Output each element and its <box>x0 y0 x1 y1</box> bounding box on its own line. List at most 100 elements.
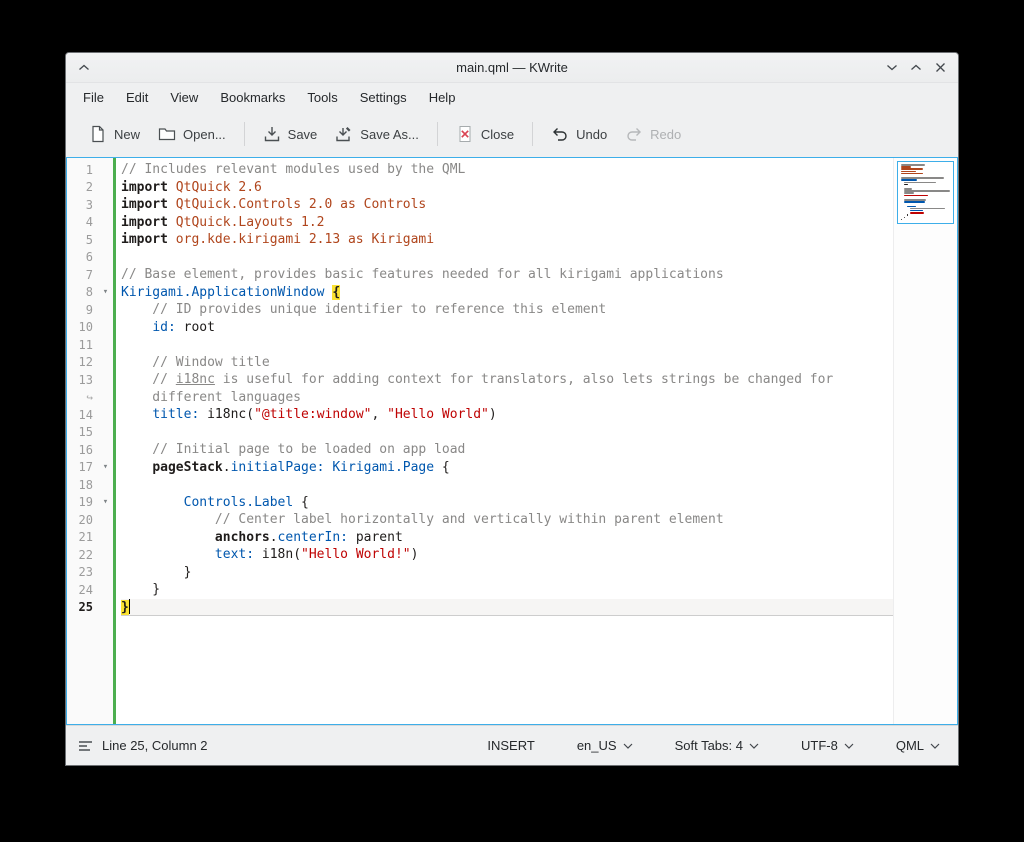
gutter-row: 13 <box>67 371 113 389</box>
save-as-button[interactable]: Save As... <box>326 118 428 150</box>
mini-line <box>904 184 908 186</box>
undo-button[interactable]: Undo <box>542 118 616 150</box>
text-cursor <box>129 599 130 614</box>
chevron-up-icon <box>78 64 90 71</box>
mini-line <box>904 192 914 194</box>
statusbar: Line 25, Column 2 INSERT en_US Soft Tabs… <box>66 725 958 765</box>
mini-line <box>901 219 902 221</box>
line-number: 7 <box>67 268 98 282</box>
gutter-row: 17▾ <box>67 459 113 477</box>
gutter-row: 1 <box>67 161 113 179</box>
syntax-mode-selector[interactable]: QML <box>890 734 946 757</box>
cursor-position: Line 25, Column 2 <box>102 738 208 753</box>
code-line: // ID provides unique identifier to refe… <box>121 301 893 319</box>
line-number: 1 <box>67 163 98 177</box>
gutter-row: 16 <box>67 441 113 459</box>
code-line: id: root <box>121 319 893 337</box>
code-line: import org.kde.kirigami 2.13 as Kirigami <box>121 231 893 249</box>
code-line <box>121 336 893 354</box>
mini-line <box>907 206 916 208</box>
mini-line <box>901 171 915 173</box>
menu-settings[interactable]: Settings <box>349 86 418 109</box>
line-number: 11 <box>67 338 98 352</box>
minimize-button[interactable] <box>880 56 904 80</box>
line-number: 2 <box>67 180 98 194</box>
line-number: 13 <box>67 373 98 387</box>
maximize-button[interactable] <box>904 56 928 80</box>
mini-line <box>904 182 936 184</box>
menu-edit[interactable]: Edit <box>115 86 159 109</box>
open-button[interactable]: Open... <box>149 118 235 150</box>
code-line: different languages <box>121 389 893 407</box>
kwrite-window: main.qml — KWrite File Edit View Bookmar… <box>65 52 959 766</box>
minimap-viewport[interactable] <box>897 161 954 224</box>
gutter-row: 21 <box>67 529 113 547</box>
gutter-row: 6 <box>67 249 113 267</box>
fold-arrow-icon[interactable]: ▾ <box>98 284 113 302</box>
open-folder-icon <box>158 125 176 143</box>
line-number: 17 <box>67 460 98 474</box>
tab-mode-selector[interactable]: Soft Tabs: 4 <box>669 734 765 757</box>
code-line: // Window title <box>121 354 893 372</box>
insert-mode-button[interactable]: INSERT <box>481 734 540 757</box>
line-number: 18 <box>67 478 98 492</box>
editor-view: 12345678▾910111213↪14151617▾1819▾2021222… <box>66 157 958 725</box>
desktop-background: main.qml — KWrite File Edit View Bookmar… <box>0 0 1024 842</box>
menu-help[interactable]: Help <box>418 86 467 109</box>
gutter-row: 4 <box>67 214 113 232</box>
chevron-down-icon <box>623 743 633 749</box>
chevron-down-icon <box>886 64 898 71</box>
code-line: } <box>121 599 893 617</box>
wrap-indicator-icon: ↪ <box>67 391 98 404</box>
scrollbar-minimap[interactable] <box>893 158 957 724</box>
toolbar-separator <box>244 122 245 146</box>
line-number: 25 <box>67 600 98 614</box>
gutter[interactable]: 12345678▾910111213↪14151617▾1819▾2021222… <box>67 158 113 724</box>
line-number: 12 <box>67 355 98 369</box>
line-number: 5 <box>67 233 98 247</box>
mini-line <box>904 195 928 197</box>
save-button[interactable]: Save <box>254 118 327 150</box>
line-number: 3 <box>67 198 98 212</box>
line-indicator-icon <box>78 740 93 752</box>
toolbar-separator <box>437 122 438 146</box>
code-line: anchors.centerIn: parent <box>121 529 893 547</box>
gutter-row: 20 <box>67 511 113 529</box>
code-line: Kirigami.ApplicationWindow { <box>121 284 893 302</box>
code-line: // i18nc is useful for adding context fo… <box>121 371 893 389</box>
toolbar-separator <box>532 122 533 146</box>
mini-line <box>904 201 925 203</box>
gutter-row: 8▾ <box>67 284 113 302</box>
chevron-down-icon <box>749 743 759 749</box>
code-line: import QtQuick.Controls 2.0 as Controls <box>121 196 893 214</box>
new-button[interactable]: New <box>80 118 149 150</box>
shade-button[interactable] <box>72 56 96 80</box>
code-line: title: i18nc("@title:window", "Hello Wor… <box>121 406 893 424</box>
code-line <box>121 249 893 267</box>
code-line: } <box>121 581 893 599</box>
line-number: 19 <box>67 495 98 509</box>
redo-button[interactable]: Redo <box>616 118 690 150</box>
menu-file[interactable]: File <box>72 86 115 109</box>
dictionary-selector[interactable]: en_US <box>571 734 639 757</box>
menu-tools[interactable]: Tools <box>296 86 348 109</box>
line-number: 21 <box>67 530 98 544</box>
code-line <box>121 476 893 494</box>
toolbar: New Open... Save Save As... Close <box>66 111 958 157</box>
code-line: text: i18n("Hello World!") <box>121 546 893 564</box>
code-line: Controls.Label { <box>121 494 893 512</box>
menu-view[interactable]: View <box>159 86 209 109</box>
encoding-selector[interactable]: UTF-8 <box>795 734 860 757</box>
mini-line <box>901 168 922 170</box>
fold-arrow-icon[interactable]: ▾ <box>98 494 113 512</box>
mini-line <box>901 173 923 175</box>
close-document-button[interactable]: Close <box>447 118 523 150</box>
close-button[interactable] <box>928 56 952 80</box>
fold-arrow-icon[interactable]: ▾ <box>98 459 113 477</box>
menubar: File Edit View Bookmarks Tools Settings … <box>66 83 958 111</box>
chevron-down-icon <box>844 743 854 749</box>
code-area[interactable]: // Includes relevant modules used by the… <box>116 158 893 724</box>
close-document-icon <box>456 125 474 143</box>
titlebar[interactable]: main.qml — KWrite <box>66 53 958 83</box>
menu-bookmarks[interactable]: Bookmarks <box>209 86 296 109</box>
